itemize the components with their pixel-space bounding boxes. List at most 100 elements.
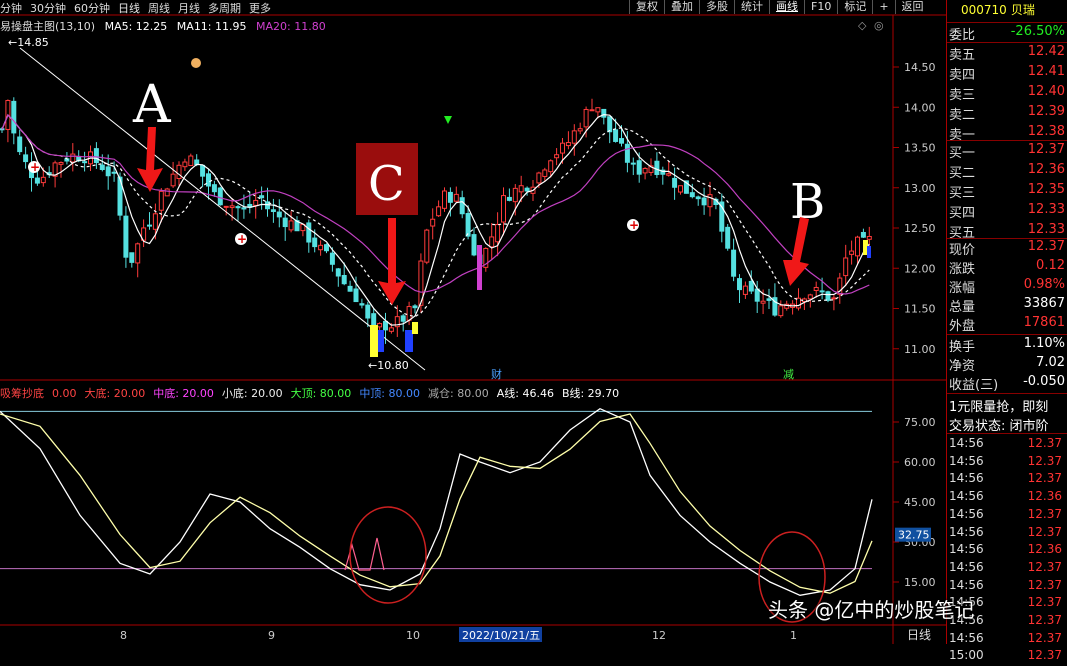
candle-body — [176, 164, 182, 179]
stat-row-value: 12.37 — [1027, 239, 1065, 254]
panel-separator — [947, 238, 1067, 239]
tick-time: 14:56 — [949, 506, 984, 521]
candle-body — [548, 160, 554, 173]
a-line — [0, 407, 873, 596]
weibi-row: 委比 -26.50% — [947, 24, 1067, 43]
candle-body — [813, 286, 819, 292]
watermark: 头条 @亿中的炒股笔记 — [768, 598, 975, 622]
tick-row: 14:56 12.37 — [947, 525, 1067, 543]
candle-body — [412, 305, 418, 309]
panel-separator — [947, 42, 1067, 43]
tick-time: 14:56 — [949, 630, 984, 645]
arrow-a-icon — [137, 127, 163, 192]
tick-price: 12.37 — [1027, 648, 1062, 663]
buy-row: 买一 12.37 — [947, 142, 1067, 161]
stat-row: 总量 33867 — [947, 296, 1067, 315]
tick-price: 12.37 — [1027, 559, 1062, 574]
buy-row-value: 12.37 — [1027, 142, 1065, 157]
stat2-row-value: 1.10% — [1023, 336, 1065, 351]
candle-body — [701, 197, 707, 206]
tick-price: 12.37 — [1027, 524, 1062, 539]
candle-body — [678, 185, 683, 193]
top-marker-icon — [191, 58, 201, 68]
tick-row: 14:56 12.37 — [947, 560, 1067, 578]
candle-body — [383, 320, 388, 331]
stat-row: 涨跌 0.12 — [947, 258, 1067, 277]
candle-body — [424, 229, 430, 263]
kline-chart[interactable]: 14.50 14.00 13.50 13.00 12.50 12.00 11.50 11.00… — [0, 0, 946, 644]
candle-body — [182, 161, 188, 168]
candle-body — [447, 191, 453, 203]
sell-row-value: 12.42 — [1027, 44, 1065, 59]
candle-body — [276, 211, 282, 218]
candle-body — [748, 280, 754, 292]
buy-row-value: 12.36 — [1027, 162, 1065, 177]
stat-row-label: 涨幅 — [949, 281, 976, 296]
stat2-row: 换手 1.10% — [947, 336, 1067, 355]
signal-block — [867, 246, 871, 258]
tick-price: 12.37 — [1027, 595, 1062, 610]
stat2-row-value: -0.050 — [1023, 374, 1065, 389]
tick-time: 14:56 — [949, 436, 984, 450]
candle-body — [766, 298, 772, 301]
candle-body — [453, 193, 459, 202]
tick-price: 12.37 — [1027, 630, 1062, 645]
candle-body — [82, 161, 88, 164]
tick-time: 14:56 — [949, 577, 984, 592]
candle-body — [70, 153, 76, 163]
candle-body — [595, 107, 601, 113]
sell-row-value: 12.41 — [1027, 64, 1065, 79]
price-label: 13.50 — [904, 142, 936, 155]
tick-time: 14:56 — [949, 524, 984, 539]
tick-price: 12.37 — [1027, 436, 1062, 450]
candle-body — [123, 215, 129, 258]
signal-block — [405, 330, 413, 352]
candle-body — [40, 176, 46, 184]
buy-row: 买二 12.36 — [947, 162, 1067, 181]
candle-body — [624, 143, 630, 163]
candle-body — [506, 196, 512, 201]
candle-body — [11, 100, 17, 134]
tick-row: 14:56 12.37 — [947, 507, 1067, 525]
candle-body — [560, 142, 565, 154]
candle-body — [807, 294, 813, 300]
settings-icon[interactable]: ◎ — [874, 19, 884, 32]
candle-body — [241, 207, 247, 210]
candle-body — [430, 218, 436, 227]
candle-body — [501, 195, 506, 223]
collapse-icon[interactable]: ◇ — [858, 19, 867, 32]
tick-time: 14:56 — [949, 471, 984, 486]
candle-body — [465, 213, 471, 237]
annotation-a: A — [132, 75, 172, 135]
stat-row: 外盘 17861 — [947, 315, 1067, 334]
highlight-circle — [349, 506, 427, 604]
annotation-c: C — [368, 156, 405, 212]
indicator-item-2: 小底: 20.00 — [221, 387, 283, 400]
signal-block — [412, 322, 418, 334]
period-tab-daily[interactable]: 日线 — [907, 626, 931, 643]
signal-block — [477, 245, 482, 290]
price-label: 14.50 — [904, 61, 936, 74]
candle-body — [312, 237, 318, 248]
ind-label: 60.00 — [904, 456, 936, 469]
tick-row: 15:00 12.37 — [947, 648, 1067, 666]
candle-body — [489, 236, 495, 248]
b-line — [0, 413, 873, 594]
candle-body — [288, 220, 294, 231]
candle-body — [754, 288, 760, 302]
candle-body — [630, 162, 636, 165]
sell-row-value: 12.40 — [1027, 84, 1065, 99]
candle-body — [200, 164, 206, 177]
notice-text[interactable]: 1元限量抢，即刻 — [949, 396, 1067, 415]
plus-icon: + — [30, 160, 40, 174]
candle-body — [778, 305, 784, 317]
candle-body — [400, 315, 406, 322]
signal-block — [378, 330, 384, 352]
stat-row-label: 外盘 — [949, 319, 976, 334]
candle-body — [666, 173, 672, 176]
tick-price: 12.37 — [1027, 453, 1062, 468]
stat2-row: 收益(三) -0.050 — [947, 374, 1067, 393]
candle-body — [571, 130, 577, 144]
sell-row-label: 卖二 — [949, 108, 976, 123]
indicator-item-7: B线: 29.70 — [561, 387, 620, 400]
